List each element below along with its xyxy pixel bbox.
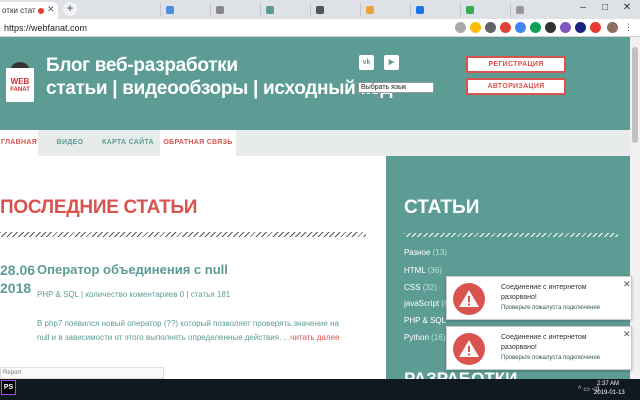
section-divider [0,232,366,237]
extension-icon[interactable] [560,22,571,33]
background-tab[interactable] [260,3,310,17]
notification-message: разорвано! [501,344,537,351]
warning-icon [453,333,485,365]
notification-hint: Проверьте пожалуста подключение [501,305,601,311]
tab-title: отки статьи [2,6,36,15]
notification-message: Соединение с интернетом [501,284,587,291]
background-tab[interactable] [310,3,360,17]
sidebar-divider [404,233,618,237]
close-window-button[interactable]: ✕ [616,0,638,16]
active-tab[interactable]: отки статьи ✕ [0,2,58,19]
nav-item-sitemap[interactable]: КАРТА САЙТА [100,130,156,156]
url-text[interactable]: https://webfanat.com [4,23,87,33]
nav-item-feedback[interactable]: ОБРАТНАЯ СВЯЗЬ [160,130,236,156]
new-tab-button[interactable]: + [63,2,77,16]
notification-message: разорвано! [501,294,537,301]
report-panel[interactable]: Report [0,367,164,379]
vk-icon[interactable]: vk [359,55,374,70]
post-title-link[interactable]: Оператор объединения с null [37,262,228,277]
taskbar-date[interactable]: 2019-01-13 [594,390,625,396]
sidebar-title: СТАТЬИ [404,197,480,218]
address-bar[interactable]: https://webfanat.com ⋮ [0,19,640,37]
background-tabs [160,3,560,17]
background-tab[interactable] [460,3,510,17]
main-nav [0,130,630,156]
youtube-icon[interactable]: ▶ [384,55,399,70]
favicon-icon [466,6,474,14]
site-subtitle: статьи | видеообзоры | исходный код [46,78,393,99]
read-more-link[interactable]: .читать далее [288,333,339,342]
post-excerpt: В php7 появился новый оператор (??) кото… [37,319,339,328]
maximize-button[interactable]: □ [594,0,616,16]
post-date-day: 28.06 [0,262,36,278]
key-icon[interactable] [455,22,466,33]
favicon-icon [316,6,324,14]
sidebar-item[interactable]: PHP & SQL [404,316,446,325]
sidebar-item[interactable]: Разное (13) [404,248,447,257]
favicon-icon [366,6,374,14]
post-excerpt-text: null и в зависимости от этого выполнять … [37,333,288,342]
post-date-year: 2018 [0,280,32,296]
favicon-icon [416,6,424,14]
login-button[interactable]: АВТОРИЗАЦИЯ [466,78,566,95]
background-tab[interactable] [410,3,460,17]
language-select[interactable]: Выбрать язык [358,82,434,93]
sidebar-item[interactable]: Python (16) [404,333,445,342]
scrollbar-thumb[interactable] [632,47,638,143]
close-icon[interactable]: ✕ [623,329,631,340]
sidebar-item[interactable]: CSS (32) [404,283,437,292]
post-excerpt: null и в зависимости от этого выполнять … [37,333,339,342]
connection-lost-notification[interactable]: Соединение с интернетом разорвано! Прове… [446,276,632,320]
notification-message: Соединение с интернетом [501,334,587,341]
favicon-icon [216,6,224,14]
post-meta: PHP & SQL | количество коментариев 0 | с… [37,290,231,299]
headphones-icon[interactable] [545,22,556,33]
background-tab[interactable] [360,3,410,17]
phpstorm-app-icon[interactable]: PS [1,380,16,395]
avatar[interactable] [607,22,618,33]
tab-close-icon[interactable]: ✕ [47,4,55,15]
close-icon[interactable]: ✕ [623,279,631,290]
sidebar-item[interactable]: HTML (36) [404,266,442,275]
background-tab[interactable] [160,3,210,17]
extension-icon[interactable] [590,22,601,33]
favicon-icon [266,6,274,14]
logo-text: FANAT [10,87,30,93]
connection-lost-notification[interactable]: Соединение с интернетом разорвано! Прове… [446,326,632,370]
taskbar [0,379,640,400]
favicon-icon [166,6,174,14]
recording-dot-icon [38,8,44,14]
extension-icon[interactable] [575,22,586,33]
extension-icon[interactable] [515,22,526,33]
logo-text: WEB [10,77,30,86]
menu-icon[interactable]: ⋮ [623,22,634,33]
minimize-button[interactable]: – [572,0,594,16]
background-tab[interactable] [510,3,560,17]
nav-item-video[interactable]: ВИДЕО [54,130,86,156]
section-title: ПОСЛЕДНИЕ СТАТЬИ [0,197,198,218]
favicon-icon [516,6,524,14]
taskbar-time[interactable]: 2:37 AM [597,381,619,387]
sidebar-item[interactable]: javaScript (6 [404,299,448,308]
star-icon[interactable] [470,22,481,33]
extension-icon[interactable] [530,22,541,33]
site-title: Блог веб-разработки [46,55,238,76]
notification-hint: Проверьте пожалуста подключение [501,355,601,361]
nav-item-home[interactable]: ГЛАВНАЯ [0,130,38,156]
extension-icon[interactable] [485,22,496,33]
background-tab[interactable] [210,3,260,17]
warning-icon [453,283,485,315]
extension-icon[interactable] [500,22,511,33]
register-button[interactable]: РЕГИСТРАЦИЯ [466,56,566,73]
